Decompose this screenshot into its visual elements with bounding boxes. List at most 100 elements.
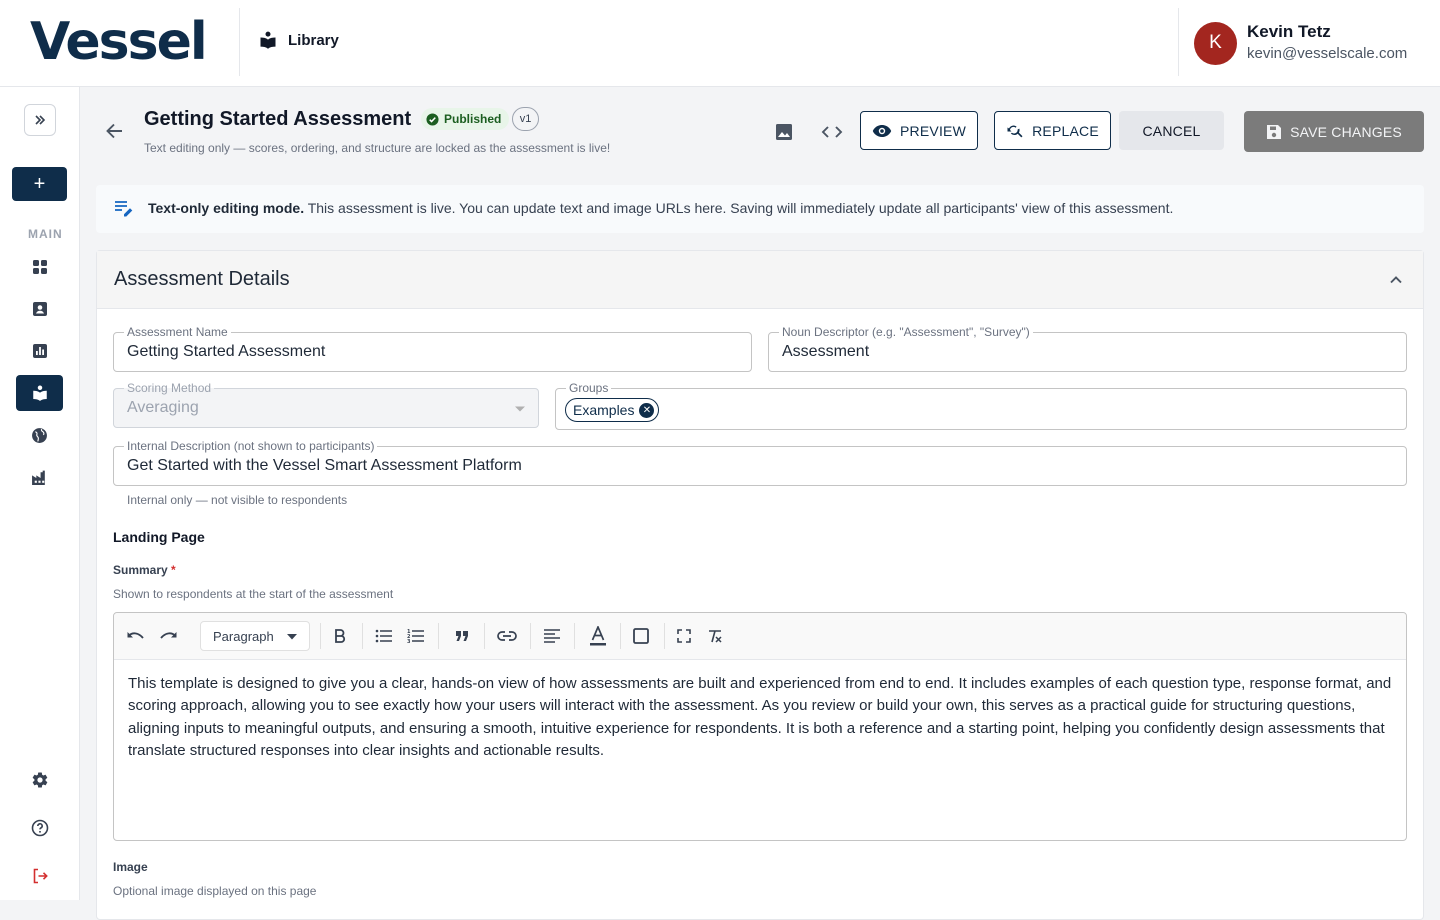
chevron-up-icon[interactable] <box>1387 271 1405 289</box>
internal-description-label: Internal Description (not shown to parti… <box>124 439 378 453</box>
internal-description-value: Get Started with the Vessel Smart Assess… <box>127 457 522 474</box>
bullet-list-icon <box>375 629 392 643</box>
assessment-name-label: Assessment Name <box>124 325 231 339</box>
arrow-left-icon <box>106 123 122 139</box>
redo-icon <box>160 632 177 639</box>
bold-button[interactable] <box>330 626 350 646</box>
divider <box>1178 8 1179 76</box>
sidebar-item-logout[interactable] <box>16 858 63 894</box>
paragraph-style-value: Paragraph <box>213 628 274 644</box>
info-banner: Text-only editing mode. This assessment … <box>96 185 1424 233</box>
caret-down-icon <box>287 634 297 640</box>
expand-sidebar-button[interactable] <box>24 104 56 136</box>
info-banner-text: Text-only editing mode. This assessment … <box>148 200 1173 216</box>
image-helper: Optional image displayed on this page <box>113 884 317 898</box>
assessment-name-field[interactable]: Assessment Name Getting Started Assessme… <box>113 325 752 372</box>
summary-helper: Shown to respondents at the start of the… <box>113 587 394 601</box>
sidebar-item-library[interactable] <box>16 375 63 411</box>
sidebar-item-organization[interactable] <box>16 459 63 495</box>
toolbar-divider <box>438 623 439 649</box>
remove-chip-icon[interactable]: ✕ <box>639 402 655 418</box>
bullet-list-button[interactable] <box>374 626 394 646</box>
square-outline-icon <box>633 628 649 644</box>
toolbar-divider <box>320 623 321 649</box>
save-changes-button[interactable]: SAVE CHANGES <box>1244 111 1424 152</box>
globe-icon <box>32 427 47 443</box>
scoring-method-select: Scoring Method Averaging <box>113 381 539 428</box>
page-subtitle: Text editing only — scores, ordering, an… <box>144 141 611 155</box>
clear-formatting-button[interactable] <box>705 626 725 646</box>
quote-icon <box>456 631 468 641</box>
preview-button[interactable]: PREVIEW <box>860 111 978 150</box>
toolbar-divider <box>362 623 363 649</box>
nav-library[interactable]: Library <box>258 30 339 50</box>
caret-down-icon <box>515 406 525 412</box>
factory-icon <box>32 470 45 485</box>
blockquote-button[interactable] <box>452 626 472 646</box>
version-badge: v1 <box>512 107 539 131</box>
nav-library-label: Library <box>288 31 339 49</box>
library-icon <box>260 31 276 49</box>
fullscreen-icon <box>677 629 691 643</box>
bar-chart-icon <box>32 344 47 358</box>
info-banner-strong: Text-only editing mode. <box>148 200 305 216</box>
preview-label: PREVIEW <box>900 122 966 139</box>
group-chip-label: Examples <box>573 402 635 418</box>
sidebar-item-help[interactable] <box>16 810 63 846</box>
numbered-list-button[interactable]: 123 <box>406 626 426 646</box>
redo-button[interactable] <box>158 626 178 646</box>
replace-button[interactable]: REPLACE <box>994 111 1111 150</box>
image-button[interactable] <box>772 121 796 143</box>
link-button[interactable] <box>497 626 517 646</box>
avatar[interactable]: K <box>1194 21 1237 65</box>
sidebar-item-web[interactable] <box>16 417 63 453</box>
sidebar-item-contacts[interactable] <box>16 291 63 327</box>
vessel-logo[interactable]: Vessel <box>30 12 208 72</box>
user-menu[interactable]: K Kevin Tetz kevin@vesselscale.com <box>1194 21 1407 65</box>
chevrons-right-icon <box>35 115 46 125</box>
summary-label: Summary * <box>113 563 176 577</box>
align-button[interactable] <box>542 626 562 646</box>
add-button[interactable]: + <box>12 167 67 201</box>
fullscreen-button[interactable] <box>674 626 694 646</box>
border-button[interactable] <box>631 626 651 646</box>
undo-button[interactable] <box>126 626 146 646</box>
back-button[interactable] <box>104 120 126 142</box>
paragraph-style-select[interactable]: Paragraph <box>200 621 310 651</box>
summary-editor-content[interactable]: This template is designed to give you a … <box>128 673 1396 762</box>
toolbar-divider <box>574 623 575 649</box>
status-badge-label: Published <box>444 112 502 126</box>
summary-editor[interactable]: Paragraph 123 This template is designed … <box>113 612 1407 841</box>
check-circle-icon <box>426 112 439 126</box>
status-badge: Published <box>421 108 510 130</box>
bold-icon <box>335 629 346 643</box>
cancel-button[interactable]: CANCEL <box>1119 111 1224 150</box>
clear-format-icon <box>709 630 722 643</box>
noun-descriptor-field[interactable]: Noun Descriptor (e.g. "Assessment", "Sur… <box>768 325 1407 372</box>
save-label: SAVE CHANGES <box>1290 123 1402 140</box>
sidebar-item-settings[interactable] <box>16 762 63 798</box>
noun-descriptor-value: Assessment <box>782 343 870 360</box>
image-icon <box>776 124 792 140</box>
sidebar-item-dashboard[interactable] <box>16 249 63 285</box>
numbered-list-icon: 123 <box>407 629 424 644</box>
card-header[interactable]: Assessment Details <box>97 251 1423 309</box>
align-left-icon <box>544 629 560 643</box>
info-banner-body: This assessment is live. You can update … <box>304 200 1174 216</box>
sidebar-item-reports[interactable] <box>16 333 63 369</box>
groups-label: Groups <box>566 381 612 395</box>
scoring-method-label: Scoring Method <box>124 381 215 395</box>
text-color-button[interactable] <box>588 626 608 646</box>
svg-text:3: 3 <box>407 639 411 644</box>
internal-description-field[interactable]: Internal Description (not shown to parti… <box>113 439 1407 486</box>
edit-note-icon <box>115 201 133 217</box>
user-email: kevin@vesselscale.com <box>1247 45 1408 62</box>
help-circle-icon <box>31 819 48 837</box>
summary-label-text: Summary <box>113 563 168 577</box>
groups-field[interactable]: Groups Examples ✕ <box>555 381 1407 430</box>
image-label: Image <box>113 860 148 874</box>
sidebar: + MAIN <box>0 87 80 900</box>
group-chip[interactable]: Examples ✕ <box>565 398 660 422</box>
page-title: Getting Started Assessment <box>144 108 412 130</box>
code-button[interactable] <box>820 121 844 143</box>
